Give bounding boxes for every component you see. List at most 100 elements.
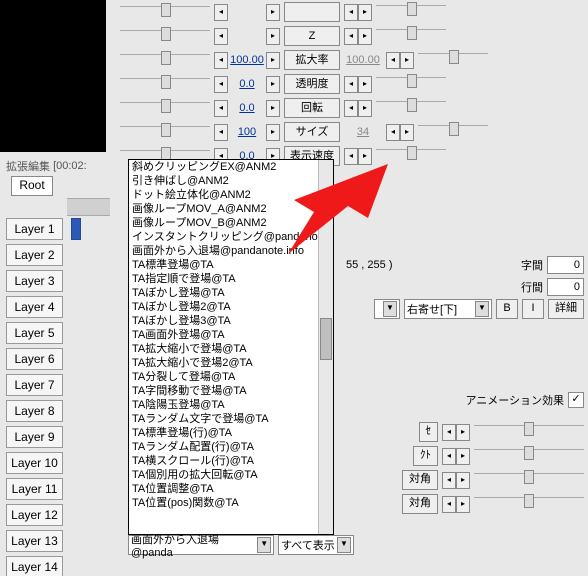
param-slider-right[interactable] xyxy=(376,101,446,116)
dropdown-item[interactable]: TA画面外登場@TA xyxy=(129,328,333,342)
dropdown-item[interactable]: TAぼかし登場3@TA xyxy=(129,314,333,328)
param-spinner[interactable]: ◂▸ xyxy=(214,28,280,45)
param-spinner-right[interactable]: ◂▸ xyxy=(344,28,372,45)
param-spinner[interactable]: ◂0.0▸ xyxy=(214,100,280,117)
dropdown-item[interactable]: TA位置調整@TA xyxy=(129,482,333,496)
spin-left[interactable]: ◂ xyxy=(344,28,358,45)
dropdown-item[interactable]: TA個別用の拡大回転@TA xyxy=(129,468,333,482)
spin-right[interactable]: ▸ xyxy=(358,76,372,93)
dropdown-item[interactable]: 画像ループMOV_A@ANM2 xyxy=(129,202,333,216)
param-value[interactable]: 0.0 xyxy=(230,101,264,116)
dropdown-item[interactable]: 斜めクリッピングEX@ANM2 xyxy=(129,160,333,174)
dropdown-item[interactable]: TAぼかし登場@TA xyxy=(129,286,333,300)
dropdown-item[interactable]: TA標準登場@TA xyxy=(129,258,333,272)
spin-left[interactable]: ◂ xyxy=(344,148,358,165)
effect-spinner[interactable]: ◂▸ xyxy=(442,472,470,489)
scrollbar-thumb[interactable] xyxy=(320,318,332,360)
effect-button[interactable]: ｸﾄ xyxy=(413,446,438,466)
effect-spinner[interactable]: ◂▸ xyxy=(442,496,470,513)
param-name-button[interactable]: サイズ xyxy=(284,122,340,142)
param-spinner-right[interactable]: ◂▸ xyxy=(386,52,414,69)
param-value[interactable] xyxy=(230,29,264,44)
param-spinner-right[interactable]: ◂▸ xyxy=(386,124,414,141)
param-value[interactable]: 100 xyxy=(230,125,264,140)
dropdown-item[interactable]: 画像ループMOV_B@ANM2 xyxy=(129,216,333,230)
spin-right[interactable]: ▸ xyxy=(266,28,280,45)
dropdown-item[interactable]: 引き伸ばし@ANM2 xyxy=(129,174,333,188)
dropdown-item[interactable]: ドット絵立体化@ANM2 xyxy=(129,188,333,202)
bold-button[interactable]: B xyxy=(496,299,518,319)
dropdown-item[interactable]: TAランダム文字で登場@TA xyxy=(129,412,333,426)
anim-effect-checkbox[interactable]: ✓ xyxy=(568,392,584,408)
param-spinner-right[interactable]: ◂▸ xyxy=(344,4,372,21)
spin-right[interactable]: ▸ xyxy=(266,124,280,141)
spin-right[interactable]: ▸ xyxy=(266,100,280,117)
param-spinner[interactable]: ◂0.0▸ xyxy=(214,76,280,93)
effect-slider[interactable] xyxy=(474,449,584,464)
param-slider-right[interactable] xyxy=(418,53,488,68)
detail-button[interactable]: 詳細 xyxy=(548,299,584,319)
param-name-button[interactable]: 拡大率 xyxy=(284,50,340,70)
spin-left[interactable]: ◂ xyxy=(214,124,228,141)
spin-left[interactable]: ◂ xyxy=(344,76,358,93)
param-slider[interactable] xyxy=(120,30,210,45)
selected-script-combo[interactable]: 画面外から入退場@panda ▼ xyxy=(128,535,274,555)
param-name-button[interactable]: 回転 xyxy=(284,98,340,118)
param-slider[interactable] xyxy=(120,54,210,69)
italic-button[interactable]: I xyxy=(522,299,544,319)
param-slider[interactable] xyxy=(120,102,210,117)
effect-button[interactable]: ｾ xyxy=(419,422,439,442)
dropdown-item[interactable]: 画面外から入退場@pandanote.info xyxy=(129,244,333,258)
spin-left[interactable]: ◂ xyxy=(344,100,358,117)
param-value[interactable]: 0.0 xyxy=(230,77,264,92)
param-slider-right[interactable] xyxy=(418,125,488,140)
spin-left[interactable]: ◂ xyxy=(214,100,228,117)
param-name-button[interactable]: 透明度 xyxy=(284,74,340,94)
dropdown-item[interactable]: TAランダム配置(行)@TA xyxy=(129,440,333,454)
dropdown-item[interactable]: TA分裂して登場@TA xyxy=(129,370,333,384)
spin-right[interactable]: ▸ xyxy=(358,100,372,117)
script-dropdown-list[interactable]: 斜めクリッピングEX@ANM2引き伸ばし@ANM2ドット絵立体化@ANM2画像ル… xyxy=(128,159,334,535)
spin-right[interactable]: ▸ xyxy=(266,76,280,93)
effect-slider[interactable] xyxy=(474,497,584,512)
param-spinner-right[interactable]: ◂▸ xyxy=(344,76,372,93)
spin-left[interactable]: ◂ xyxy=(214,52,228,69)
spin-left[interactable]: ◂ xyxy=(214,28,228,45)
spin-right[interactable]: ▸ xyxy=(358,148,372,165)
param-spinner-right[interactable]: ◂▸ xyxy=(344,148,372,165)
effect-spinner[interactable]: ◂▸ xyxy=(442,448,470,465)
dropdown-item[interactable]: TA字間移動で登場@TA xyxy=(129,384,333,398)
param-slider-right[interactable] xyxy=(376,29,446,44)
dropdown-item[interactable]: TA陰陽玉登場@TA xyxy=(129,398,333,412)
param-slider[interactable] xyxy=(120,126,210,141)
param-name-button[interactable] xyxy=(284,2,340,22)
param-slider[interactable] xyxy=(120,6,210,21)
spin-left[interactable]: ◂ xyxy=(386,124,400,141)
effect-slider[interactable] xyxy=(474,473,584,488)
param-name-button[interactable]: Z xyxy=(284,26,340,46)
param-value[interactable] xyxy=(230,5,264,20)
align-combo[interactable]: 右寄せ[下]▼ xyxy=(404,299,492,319)
spin-left[interactable]: ◂ xyxy=(214,4,228,21)
effect-button[interactable]: 対角 xyxy=(402,494,438,514)
line-spacing-input[interactable]: 0 xyxy=(547,278,584,296)
spin-left[interactable]: ◂ xyxy=(386,52,400,69)
dropdown-item[interactable]: TAぼかし登場2@TA xyxy=(129,300,333,314)
param-spinner[interactable]: ◂100.00▸ xyxy=(214,52,280,69)
spin-right[interactable]: ▸ xyxy=(266,4,280,21)
effect-button[interactable]: 対角 xyxy=(402,470,438,490)
dropdown-item[interactable]: TA標準登場(行)@TA xyxy=(129,426,333,440)
param-slider[interactable] xyxy=(120,78,210,93)
param-slider-right[interactable] xyxy=(376,77,446,92)
param-slider-right[interactable] xyxy=(376,149,446,164)
dropdown-item[interactable]: TA指定順で登場@TA xyxy=(129,272,333,286)
timeline-clip[interactable] xyxy=(71,218,81,240)
spin-right[interactable]: ▸ xyxy=(400,52,414,69)
effect-slider[interactable] xyxy=(474,425,584,440)
root-button[interactable]: Root xyxy=(11,176,53,196)
dropdown-item[interactable]: TA横スクロール(行)@TA xyxy=(129,454,333,468)
dropdown-item[interactable]: TA拡大縮小で登場2@TA xyxy=(129,356,333,370)
spin-right[interactable]: ▸ xyxy=(400,124,414,141)
spin-right[interactable]: ▸ xyxy=(266,52,280,69)
spin-right[interactable]: ▸ xyxy=(358,4,372,21)
